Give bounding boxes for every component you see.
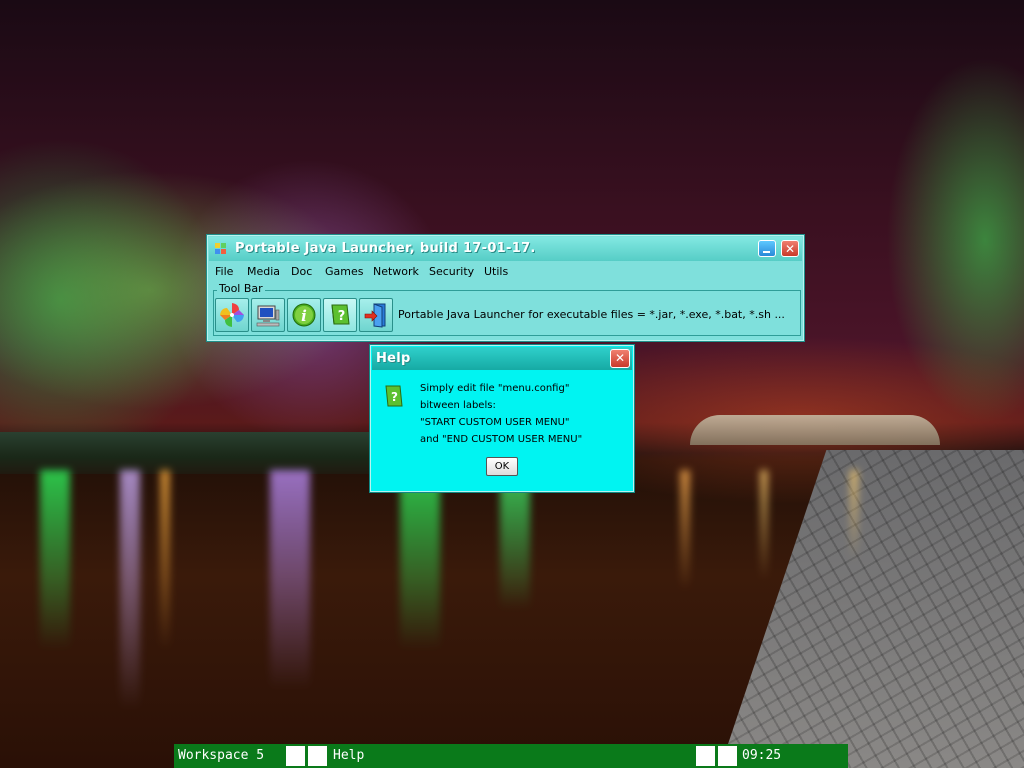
light-reflection bbox=[120, 470, 140, 710]
close-icon: ✕ bbox=[784, 242, 796, 256]
workspace-label[interactable]: Workspace 5 bbox=[178, 748, 264, 763]
help-text-line: and "END CUSTOM USER MENU" bbox=[420, 434, 583, 445]
toolbar-help-button[interactable]: ? bbox=[323, 298, 357, 332]
minimize-icon bbox=[763, 251, 770, 253]
tool-bar: Tool Bar i ? Portable Java Launcher for … bbox=[213, 282, 801, 336]
pager-workspace-button[interactable] bbox=[286, 746, 305, 766]
svg-text:?: ? bbox=[338, 309, 346, 324]
light-reflection bbox=[850, 470, 858, 560]
menu-bar: File Media Doc Games Network Security Ut… bbox=[209, 262, 802, 282]
toolbar-media-button[interactable] bbox=[215, 298, 249, 332]
menu-network[interactable]: Network bbox=[373, 265, 419, 278]
help-text-line: bitween labels: bbox=[420, 400, 496, 411]
clock: 09:25 bbox=[742, 748, 782, 763]
tray-button[interactable] bbox=[696, 746, 715, 766]
tray-button[interactable] bbox=[718, 746, 737, 766]
help-titlebar[interactable]: Help ✕ bbox=[372, 347, 632, 370]
taskbar: Workspace 5 Help 09:25 bbox=[174, 744, 848, 768]
menu-doc[interactable]: Doc bbox=[291, 265, 312, 278]
taskbar-task-help[interactable]: Help bbox=[333, 748, 364, 763]
dialog-close-button[interactable]: ✕ bbox=[610, 349, 630, 368]
menu-games[interactable]: Games bbox=[325, 265, 363, 278]
ok-button[interactable]: OK bbox=[486, 457, 518, 476]
toolbar-info-button[interactable]: i bbox=[287, 298, 321, 332]
dialog-title: Help bbox=[376, 351, 411, 366]
toolbar-exit-button[interactable] bbox=[359, 298, 393, 332]
minimize-button[interactable] bbox=[758, 240, 776, 257]
menu-security[interactable]: Security bbox=[429, 265, 474, 278]
bridge bbox=[690, 415, 940, 445]
light-reflection bbox=[760, 470, 768, 580]
light-reflection bbox=[680, 470, 690, 590]
launcher-titlebar[interactable]: Portable Java Launcher, build 17-01-17. … bbox=[209, 237, 802, 261]
menu-utils[interactable]: Utils bbox=[484, 265, 508, 278]
exit-door-icon bbox=[364, 303, 386, 328]
toolbar-computer-button[interactable] bbox=[251, 298, 285, 332]
close-button[interactable]: ✕ bbox=[781, 240, 799, 257]
help-text-line: Simply edit file "menu.config" bbox=[420, 383, 570, 394]
light-reflection bbox=[160, 470, 170, 650]
svg-text:?: ? bbox=[391, 390, 398, 404]
help-icon: ? bbox=[385, 385, 403, 407]
launcher-window: Portable Java Launcher, build 17-01-17. … bbox=[206, 234, 805, 342]
help-text-line: "START CUSTOM USER MENU" bbox=[420, 417, 570, 428]
menu-media[interactable]: Media bbox=[247, 265, 280, 278]
toolbar-legend: Tool Bar bbox=[217, 282, 265, 295]
light-reflection bbox=[270, 470, 310, 690]
app-logo-icon bbox=[215, 243, 227, 255]
light-reflection bbox=[40, 470, 70, 650]
pager-workspace-button[interactable] bbox=[308, 746, 327, 766]
svg-text:i: i bbox=[301, 307, 307, 325]
light-reflection bbox=[400, 470, 440, 650]
toolbar-description: Portable Java Launcher for executable fi… bbox=[398, 308, 785, 321]
window-title: Portable Java Launcher, build 17-01-17. bbox=[235, 241, 536, 256]
close-icon: ✕ bbox=[614, 351, 626, 365]
help-icon: ? bbox=[331, 304, 350, 325]
computer-icon bbox=[256, 305, 280, 327]
help-dialog: Help ✕ ? Simply edit file "menu.config" … bbox=[369, 344, 635, 493]
river-bank bbox=[0, 432, 370, 474]
info-icon: i bbox=[292, 303, 316, 327]
pinwheel-icon bbox=[220, 303, 244, 327]
menu-file[interactable]: File bbox=[215, 265, 233, 278]
